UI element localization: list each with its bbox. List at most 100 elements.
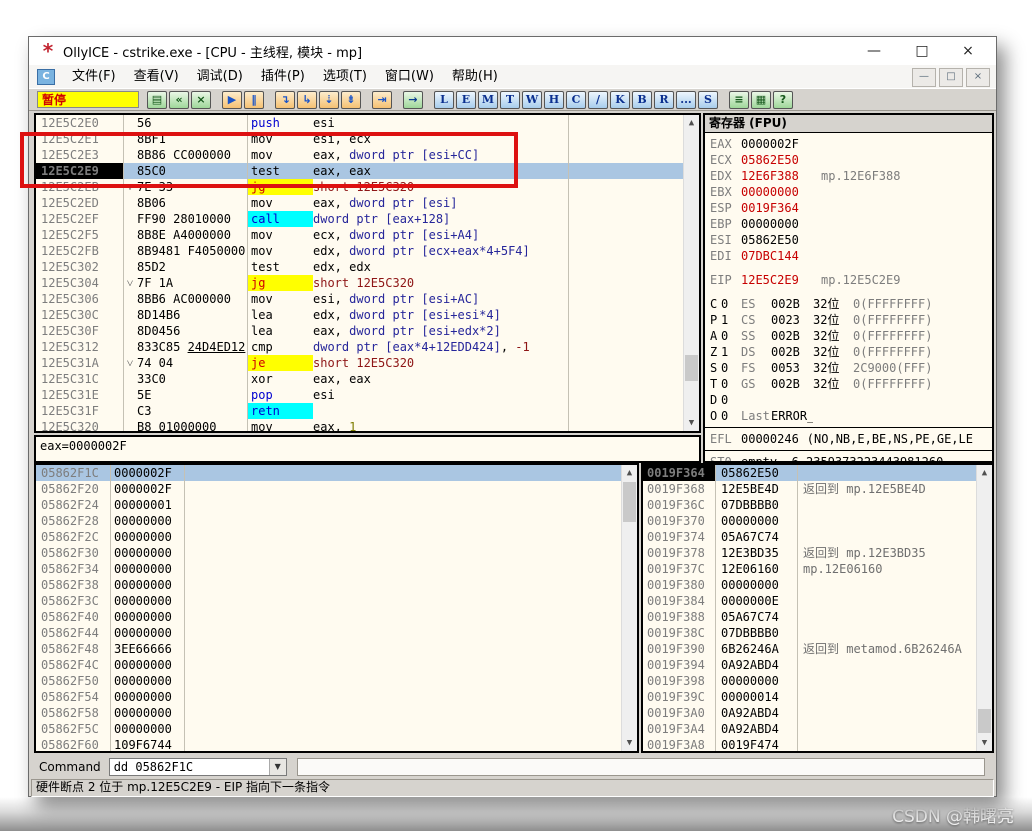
minimize-button[interactable]: — (852, 37, 896, 65)
stack-row[interactable]: 0019F37405A67C74 (643, 529, 992, 545)
stack-row[interactable]: 0019F38805A67C74 (643, 609, 992, 625)
flag-row[interactable]: T0GS002B32位0(FFFFFFFF) (705, 376, 992, 392)
pane-button-executable[interactable]: E (456, 91, 476, 109)
mdi-restore-button[interactable]: □ (939, 68, 963, 87)
dump-row[interactable]: 05862F5000000000 (36, 673, 637, 689)
dump-row[interactable]: 05862F5C00000000 (36, 721, 637, 737)
pane-button-source[interactable]: S (698, 91, 718, 109)
disasm-row[interactable]: 12E5C320B8 01000000moveax, 1 (36, 419, 699, 433)
mdi-close-button[interactable]: × (966, 68, 990, 87)
efl-row[interactable]: EFL 00000246 (NO,NB,E,BE,NS,PE,GE,LE (705, 431, 992, 447)
menu-item-v[interactable]: 查看(V) (125, 66, 188, 88)
memory-dump-pane[interactable]: 05862F1C0000002F05862F200000002F05862F24… (34, 463, 639, 753)
register-row[interactable]: ESP0019F364 (705, 200, 992, 216)
open-file-button[interactable]: ▤ (147, 91, 167, 109)
registers-pane[interactable]: 寄存器 (FPU) EAX0000002FECX05862E50EDX12E6F… (703, 113, 994, 463)
pane-button-windows[interactable]: W (522, 91, 542, 109)
dump-row[interactable]: 05862F4000000000 (36, 609, 637, 625)
disasm-row[interactable]: 12E5C31C33C0xoreax, eax (36, 371, 699, 387)
dump-row[interactable]: 05862F2C00000000 (36, 529, 637, 545)
pane-button-runtrace[interactable]: ... (676, 91, 696, 109)
register-row[interactable]: ECX05862E50 (705, 152, 992, 168)
dump-row[interactable]: 05862F5400000000 (36, 689, 637, 705)
scrollbar-thumb[interactable] (685, 355, 698, 381)
menu-item-f[interactable]: 文件(F) (63, 66, 125, 88)
scroll-down-arrow[interactable]: ▼ (684, 415, 699, 431)
stack-row[interactable]: 0019F3A40A92ABD4 (643, 721, 992, 737)
pane-button-threads[interactable]: T (500, 91, 520, 109)
register-row[interactable]: EDI07DBC144 (705, 248, 992, 264)
disasm-row[interactable]: 12E5C30C8D14B6leaedx, dword ptr [esi+esi… (36, 307, 699, 323)
dump-row[interactable]: 05862F3400000000 (36, 561, 637, 577)
flag-row[interactable]: C0ES002B32位0(FFFFFFFF) (705, 296, 992, 312)
stack-row[interactable]: 0019F39C00000014 (643, 689, 992, 705)
disasm-row[interactable]: 12E5C31E5Epopesi (36, 387, 699, 403)
disasm-row[interactable]: 12E5C3068BB6 AC000000movesi, dword ptr [… (36, 291, 699, 307)
pane-button-memory[interactable]: M (478, 91, 498, 109)
stack-row[interactable]: 0019F3940A92ABD4 (643, 657, 992, 673)
disasm-row[interactable]: 12E5C31A˅74 04jeshort 12E5C320 (36, 355, 699, 371)
disasm-row[interactable]: 12E5C312833C85 24D4ED12cmpdword ptr [eax… (36, 339, 699, 355)
dump-row[interactable]: 05862F2400000001 (36, 497, 637, 513)
stack-row[interactable]: 0019F36405862E50 (643, 465, 992, 481)
stack-row[interactable]: 0019F3A00A92ABD4 (643, 705, 992, 721)
column-divider[interactable] (110, 465, 111, 751)
flag-row[interactable]: S0FS005332位2C9000(FFF) (705, 360, 992, 376)
stack-row[interactable]: 0019F36812E5BE4D返回到 mp.12E5BE4D (643, 481, 992, 497)
column-divider[interactable] (184, 465, 185, 751)
stack-row[interactable]: 0019F39800000000 (643, 673, 992, 689)
column-divider[interactable] (715, 465, 716, 751)
dump-row[interactable]: 05862F1C0000002F (36, 465, 637, 481)
dump-row[interactable]: 05862F5800000000 (36, 705, 637, 721)
mdi-minimize-button[interactable]: — (912, 68, 936, 87)
flag-row[interactable]: O0LastErrERROR_SUCCESS (00000000 (705, 408, 992, 424)
flag-row[interactable]: A0SS002B32位0(FFFFFFFF) (705, 328, 992, 344)
pane-button-cpu[interactable]: C (566, 91, 586, 109)
stack-pane[interactable]: 0019F36405862E500019F36812E5BE4D返回到 mp.1… (641, 463, 994, 753)
pane-button-patches[interactable]: / (588, 91, 608, 109)
column-divider[interactable] (797, 465, 798, 751)
cpu-window-icon[interactable]: C (37, 69, 55, 85)
title-bar[interactable]: * OllyICE - cstrike.exe - [CPU - 主线程, 模块… (29, 37, 996, 65)
pause-button[interactable]: ‖ (244, 91, 264, 109)
pane-button-handles[interactable]: H (544, 91, 564, 109)
scroll-up-arrow[interactable]: ▲ (684, 115, 699, 131)
dump-row[interactable]: 05862F4C00000000 (36, 657, 637, 673)
menu-item-t[interactable]: 选项(T) (314, 66, 376, 88)
disasm-row[interactable]: 12E5C2ED8B06moveax, dword ptr [esi] (36, 195, 699, 211)
disasm-row[interactable]: 12E5C2EFFF90 28010000calldword ptr [eax+… (36, 211, 699, 227)
register-row[interactable]: EBX00000000 (705, 184, 992, 200)
scrollbar-thumb[interactable] (623, 482, 636, 522)
until-return-button[interactable]: ⇥ (372, 91, 392, 109)
animate-into-button[interactable]: ⇣ (319, 91, 339, 109)
stack-row[interactable]: 0019F38000000000 (643, 577, 992, 593)
scroll-up-arrow[interactable]: ▲ (977, 465, 992, 481)
pane-button-callstack[interactable]: K (610, 91, 630, 109)
disasm-row[interactable]: 12E5C2F58B8E A4000000movecx, dword ptr [… (36, 227, 699, 243)
stack-row[interactable]: 0019F3840000000E (643, 593, 992, 609)
restart-button[interactable]: « (169, 91, 189, 109)
combo-dropdown-arrow[interactable]: ▼ (269, 759, 286, 775)
scroll-up-arrow[interactable]: ▲ (622, 465, 637, 481)
flag-row[interactable]: P1CS002332位0(FFFFFFFF) (705, 312, 992, 328)
close-program-button[interactable]: × (191, 91, 211, 109)
dump-row[interactable]: 05862F60109F6744 (36, 737, 637, 753)
dump-row[interactable]: 05862F3800000000 (36, 577, 637, 593)
stack-row[interactable]: 0019F37812E3BD35返回到 mp.12E3BD35 (643, 545, 992, 561)
menu-item-w[interactable]: 窗口(W) (376, 66, 443, 88)
dump-row[interactable]: 05862F200000002F (36, 481, 637, 497)
command-combobox[interactable]: ▼ (109, 758, 287, 776)
register-row[interactable]: EAX0000002F (705, 136, 992, 152)
dump-row[interactable]: 05862F3000000000 (36, 545, 637, 561)
register-row[interactable]: EBP00000000 (705, 216, 992, 232)
dump-row[interactable]: 05862F3C00000000 (36, 593, 637, 609)
disasm-row[interactable]: 12E5C31FC3retn (36, 403, 699, 419)
close-button[interactable]: × (946, 37, 990, 65)
flag-row[interactable]: Z1DS002B32位0(FFFFFFFF) (705, 344, 992, 360)
stack-row[interactable]: 0019F37C12E06160mp.12E06160 (643, 561, 992, 577)
pane-button-references[interactable]: R (654, 91, 674, 109)
menu-item-h[interactable]: 帮助(H) (443, 66, 507, 88)
command-input[interactable] (111, 760, 270, 774)
disasm-row[interactable]: 12E5C304˅7F 1Ajgshort 12E5C320 (36, 275, 699, 291)
go-to-button[interactable]: → (403, 91, 423, 109)
